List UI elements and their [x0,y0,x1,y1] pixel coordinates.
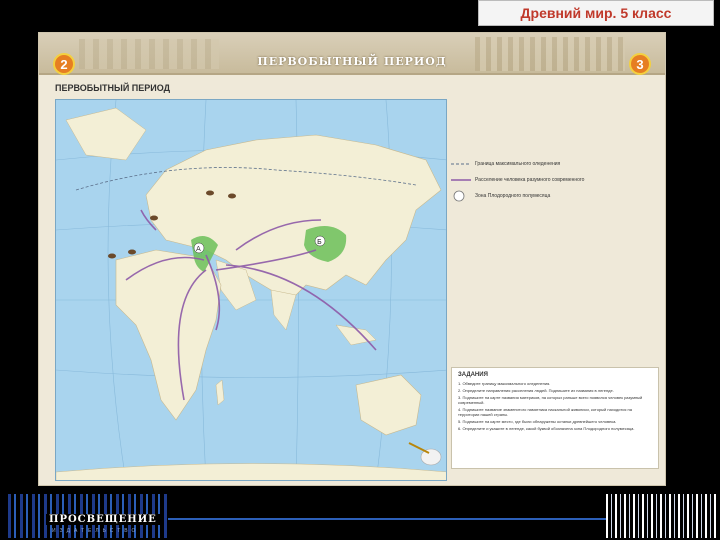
legend-item: Граница максимального оледенения [451,157,659,170]
task-item: 1. Обведите границу максимального оледен… [458,381,551,386]
inkwell-icon [408,442,442,466]
publisher-logo-text: ПРОСВЕЩЕНИЕ [46,514,160,525]
circle-icon [453,190,465,201]
arrow-line-icon [451,178,471,181]
tasks-box: ЗАДАНИЯ 1. Обведите границу максимальног… [451,367,659,469]
world-map: А Б [55,99,447,481]
task-item: 5. Подпишите на карте место, где были об… [458,419,617,424]
map-label-a: А [196,245,201,253]
task-item: 3. Подпишите на карте названия материков… [458,395,643,405]
page-banner: 2 3 ПЕРВОБЫТНЫЙ ПЕРИОД [39,33,665,75]
task-item: 2. Определите направления расселения люд… [458,388,614,393]
legend-label: Расселение человека разумного современно… [475,176,585,183]
legend-item: Зона Плодородного полумесяца [451,189,659,202]
tasks-title: ЗАДАНИЯ [458,372,488,378]
task-item: 4. Подпишите название знаменитого памятн… [458,407,632,417]
legend-label: Зона Плодородного полумесяца [475,192,551,199]
map-graphic: А Б [56,100,446,480]
australia-shape [355,374,422,436]
dashed-line-icon [451,163,471,164]
legend-item: Расселение человека разумного современно… [451,173,659,186]
map-legend: Граница максимального оледенения Расселе… [451,157,659,205]
atlas-page: 2 3 ПЕРВОБЫТНЫЙ ПЕРИОД ПЕРВОБЫТНЫЙ ПЕРИО… [38,32,666,486]
footer-decoration-right [606,494,716,538]
task-item: 6. Определите и укажите в легенде, какой… [458,426,635,431]
map-label-b: Б [317,238,322,246]
publisher-subtitle: ИЗДАТЕЛЬСТВО [52,528,140,534]
footer-divider [168,518,608,520]
banner-title: ПЕРВОБЫТНЫЙ ПЕРИОД [257,55,447,68]
section-title: ПЕРВОБЫТНЫЙ ПЕРИОД [55,83,171,93]
legend-label: Граница максимального оледенения [475,160,561,167]
slide-title: Древний мир. 5 класс [478,0,714,26]
